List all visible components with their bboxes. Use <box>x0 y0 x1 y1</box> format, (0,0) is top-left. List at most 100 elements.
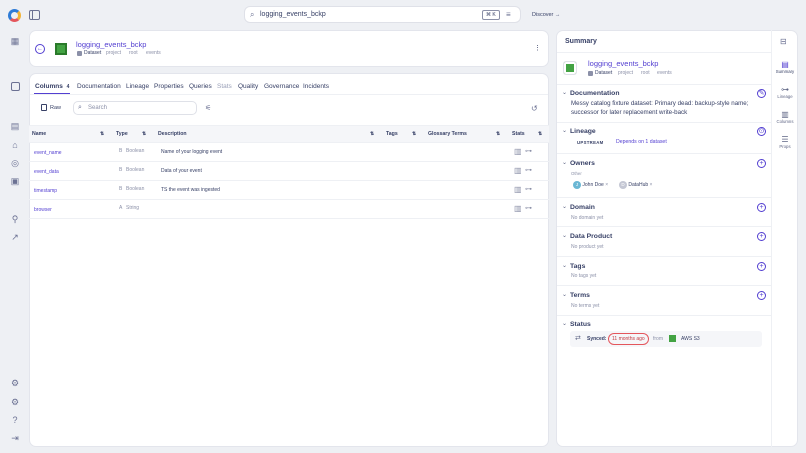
more-options-icon[interactable]: ⋮ <box>534 44 541 52</box>
chevron-down-icon[interactable]: ⌄ <box>562 159 567 166</box>
tab-columns[interactable]: Columns 4 <box>35 83 69 90</box>
summary-entity-name[interactable]: logging_events_bckp <box>588 59 658 68</box>
chevron-down-icon[interactable]: ⌄ <box>562 291 567 298</box>
search-bar[interactable]: ⌕ logging_events_bckp ⌘ K ≡ <box>244 6 521 23</box>
settings-icon[interactable]: ⚙ <box>9 377 21 389</box>
right-nav-columns[interactable]: ▥ Columns <box>772 110 798 124</box>
column-search[interactable]: ⌕ Search <box>73 101 197 115</box>
divider <box>557 315 771 316</box>
help-icon[interactable]: ? <box>9 414 21 426</box>
header-description[interactable]: Description <box>158 131 187 137</box>
entity-title: logging_events_bckp <box>76 40 147 49</box>
summary-path-root[interactable]: root <box>641 70 650 76</box>
summary-path-events[interactable]: events <box>657 70 672 76</box>
tab-quality[interactable]: Quality <box>238 83 258 90</box>
data-products-icon[interactable]: ▣ <box>9 175 21 187</box>
summary-path-project[interactable]: project <box>618 70 633 76</box>
breadcrumb-project[interactable]: project <box>106 50 121 56</box>
header-tags[interactable]: Tags <box>386 131 398 137</box>
announcement-icon[interactable] <box>11 82 20 91</box>
stats-chart-icon[interactable]: ▥ <box>514 185 522 194</box>
add-domain-icon[interactable]: + <box>757 203 766 212</box>
lineage-icon[interactable]: ⊶ <box>525 147 532 155</box>
column-description[interactable]: TS the event was ingested <box>161 187 220 193</box>
sort-icon[interactable]: ⇅ <box>496 131 500 137</box>
lineage-icon[interactable]: ⊶ <box>525 185 532 193</box>
column-name[interactable]: timestamp <box>34 188 57 194</box>
breadcrumb-root[interactable]: root <box>129 50 138 56</box>
remove-owner-icon[interactable]: × <box>650 182 653 188</box>
chevron-down-icon[interactable]: ⌄ <box>562 203 567 210</box>
sort-icon[interactable]: ⇅ <box>538 131 542 137</box>
sort-icon[interactable]: ⇅ <box>370 131 374 137</box>
add-data-product-icon[interactable]: + <box>757 232 766 241</box>
chevron-down-icon[interactable]: ⌄ <box>562 232 567 239</box>
add-term-icon[interactable]: + <box>757 291 766 300</box>
header-stats[interactable]: Stats <box>512 131 525 137</box>
lineage-icon[interactable]: ⊶ <box>525 166 532 174</box>
add-tag-icon[interactable]: + <box>757 262 766 271</box>
column-name[interactable]: event_name <box>34 150 62 156</box>
lineage-action-icon[interactable]: ⊙ <box>757 127 766 136</box>
logout-icon[interactable]: ⇥ <box>9 432 21 444</box>
sort-icon[interactable]: ⇅ <box>142 131 146 137</box>
breadcrumb-events[interactable]: events <box>146 50 161 56</box>
table-row[interactable]: timestamp B Boolean TS the event was ing… <box>29 181 549 200</box>
right-nav-summary[interactable]: ▤ Summary <box>772 60 798 74</box>
right-nav-props[interactable]: ☰ Props <box>772 135 798 149</box>
header-type[interactable]: Type <box>116 131 128 137</box>
owner-pill[interactable]: D DataHub × <box>619 181 652 189</box>
lineage-icon[interactable]: ⊶ <box>525 204 532 212</box>
filter-icon[interactable]: ≡ <box>506 10 511 19</box>
column-description[interactable]: Name of your logging event <box>161 149 222 155</box>
depends-on-link[interactable]: Depends on 1 dataset <box>616 139 667 145</box>
stats-chart-icon[interactable]: ▥ <box>514 147 522 156</box>
stats-chart-icon[interactable]: ▥ <box>514 204 522 213</box>
right-nav-lineage[interactable]: ⊶ Lineage <box>772 85 798 99</box>
close-panel-icon[interactable]: ⊟ <box>780 37 787 46</box>
column-description[interactable]: Data of your event <box>161 168 202 174</box>
add-owner-icon[interactable]: + <box>757 159 766 168</box>
home-grid-icon[interactable]: ▦ <box>9 35 21 47</box>
tab-lineage[interactable]: Lineage <box>126 83 149 90</box>
chevron-down-icon[interactable]: ⌄ <box>562 262 567 269</box>
stats-chart-icon[interactable]: ▥ <box>514 166 522 175</box>
discover-link[interactable]: Discover → <box>532 12 560 18</box>
tab-properties[interactable]: Properties <box>154 83 184 90</box>
remove-owner-icon[interactable]: × <box>605 182 608 188</box>
raw-toggle[interactable]: Raw <box>41 104 61 111</box>
sort-icon[interactable]: ⇅ <box>100 131 104 137</box>
back-arrow-icon[interactable]: ← <box>35 44 45 54</box>
header-name[interactable]: Name <box>32 131 46 137</box>
tab-queries[interactable]: Queries <box>189 83 212 90</box>
ingestion-icon[interactable]: ⚲ <box>9 213 21 225</box>
sidebar-toggle-icon[interactable] <box>29 10 40 20</box>
chevron-down-icon[interactable]: ⌄ <box>562 127 567 134</box>
analytics-icon[interactable]: ↗ <box>9 231 21 243</box>
datahub-logo[interactable] <box>8 9 21 22</box>
chevron-down-icon[interactable]: ⌄ <box>562 89 567 96</box>
column-filter-icon[interactable]: ⚟ <box>205 104 211 112</box>
tab-governance[interactable]: Governance <box>264 83 299 90</box>
column-search-input[interactable]: Search <box>88 105 107 111</box>
admin-settings-icon[interactable]: ⚙ <box>9 396 21 408</box>
column-name[interactable]: event_data <box>34 169 59 175</box>
domain-globe-icon[interactable]: ◎ <box>9 157 21 169</box>
chevron-down-icon[interactable]: ⌄ <box>562 320 567 327</box>
sort-icon[interactable]: ⇅ <box>412 131 416 137</box>
table-row[interactable]: event_data B Boolean Data of your event … <box>29 162 549 181</box>
column-name[interactable]: browser <box>34 207 52 213</box>
search-input[interactable]: logging_events_bckp <box>260 11 326 18</box>
table-row[interactable]: browser A String ▥ ⊶ <box>29 200 549 219</box>
edit-documentation-icon[interactable]: ✎ <box>757 89 766 98</box>
tab-documentation[interactable]: Documentation <box>77 83 121 90</box>
tab-stats[interactable]: Stats <box>217 83 232 90</box>
owner-pill[interactable]: J John Doe × <box>573 181 608 189</box>
divider <box>557 226 771 227</box>
header-glossary[interactable]: Glossary Terms <box>428 131 467 137</box>
glossary-icon[interactable]: ▤ <box>9 120 21 132</box>
history-icon[interactable]: ↺ <box>531 104 538 113</box>
tab-incidents[interactable]: Incidents <box>303 83 329 90</box>
tag-icon[interactable]: ⌂ <box>9 139 21 151</box>
table-row[interactable]: event_name B Boolean Name of your loggin… <box>29 143 549 162</box>
